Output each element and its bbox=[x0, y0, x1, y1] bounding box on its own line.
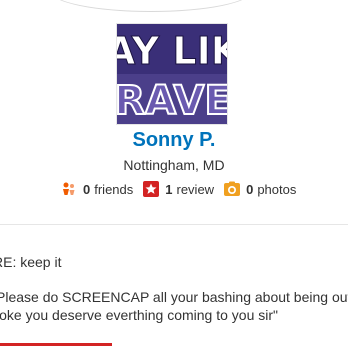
decorative-arc bbox=[50, 0, 252, 12]
friends-count: 0 bbox=[83, 181, 91, 197]
avatar-image: AY LIK RAVE bbox=[117, 24, 227, 124]
user-location: Nottingham, MD bbox=[123, 157, 225, 173]
user-name-link[interactable]: Sonny P. bbox=[0, 129, 348, 152]
friends-icon bbox=[61, 181, 77, 197]
message-body-line-1: Please do SCREENCAP all your bashing abo… bbox=[0, 289, 348, 305]
photos-stat: 0 photos bbox=[224, 181, 296, 197]
user-stats: 0 friends 1 review 0 photos bbox=[61, 181, 306, 197]
review-star-icon bbox=[143, 181, 160, 197]
message-subject: RE: keep it bbox=[0, 254, 62, 270]
photos-label: photos bbox=[257, 181, 297, 197]
user-profile-card: AY LIK RAVE Sonny P. Nottingham, MD 0 fr… bbox=[0, 0, 348, 348]
message-body-line-2: joke you deserve everthing coming to you… bbox=[0, 307, 279, 323]
reviews-stat: 1 review bbox=[143, 181, 214, 197]
reviews-label: review bbox=[176, 181, 215, 197]
avatar-text-bottom: RAVE bbox=[117, 78, 227, 124]
photos-count: 0 bbox=[246, 181, 254, 197]
friends-stat: 0 friends bbox=[61, 181, 133, 197]
avatar-text-top: AY LIK bbox=[117, 29, 227, 73]
reviews-count: 1 bbox=[165, 181, 173, 197]
avatar[interactable]: AY LIK RAVE bbox=[116, 23, 228, 125]
friends-label: friends bbox=[94, 181, 134, 197]
active-tab-indicator bbox=[0, 343, 112, 346]
divider bbox=[0, 224, 348, 225]
camera-icon bbox=[224, 181, 241, 197]
